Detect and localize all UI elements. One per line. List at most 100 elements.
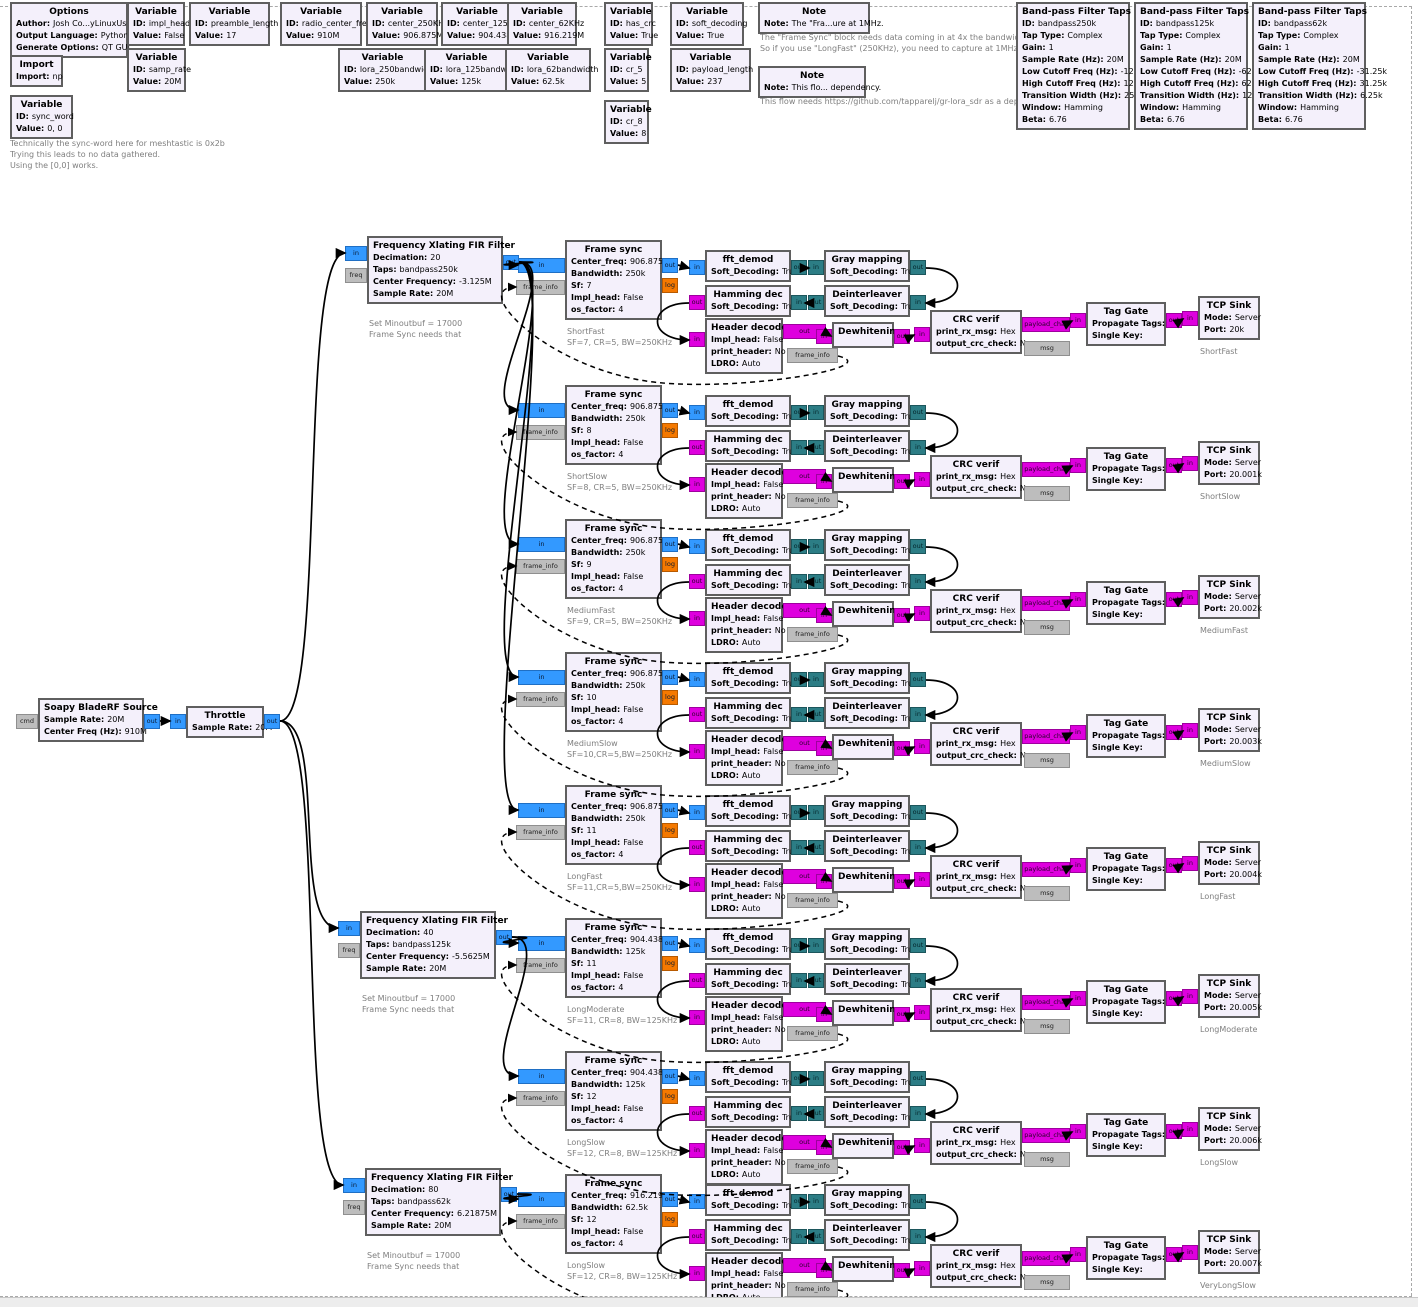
import-np-block[interactable]: ImportImport:np xyxy=(10,55,63,87)
tag-gate-block[interactable]: Tag GatePropagate Tags:NoSingle Key: xyxy=(1086,847,1166,891)
dewhitening-block[interactable]: Dewhitening xyxy=(832,1000,894,1026)
log-port[interactable]: log xyxy=(662,1212,678,1227)
variable-cr-8-block[interactable]: VariableID:cr_8Value:8 xyxy=(604,100,649,144)
bandpass-250k-block[interactable]: Band-pass Filter TapsID:bandpass250kTap … xyxy=(1016,2,1130,130)
in-port[interactable]: in xyxy=(791,440,807,455)
out-port[interactable]: out xyxy=(894,1263,910,1278)
in-port[interactable]: in xyxy=(791,840,807,855)
tcp-sink-block[interactable]: TCP SinkMode:ServerPort:20.001k xyxy=(1198,441,1260,485)
frame-info-port[interactable]: frame_info xyxy=(516,425,565,440)
out-port[interactable]: out xyxy=(662,1192,678,1207)
payload-char-port[interactable]: payload_char xyxy=(1022,1251,1070,1266)
horizontal-scrollbar[interactable] xyxy=(0,1297,1418,1307)
out-port[interactable]: out xyxy=(662,537,678,552)
variable-lora-125bandwidth-block[interactable]: VariableID:lora_125bandwidthValue:125k xyxy=(424,48,509,92)
in-port[interactable]: in xyxy=(816,874,832,889)
in-port[interactable]: in xyxy=(1182,856,1198,871)
in-port[interactable]: in xyxy=(791,295,807,310)
deinterleaver-block[interactable]: DeinterleaverSoft_Decoding:True xyxy=(824,1219,910,1251)
header-decoder-block[interactable]: Header decoderImpl_head:Falseprint_heade… xyxy=(705,318,783,374)
frame-info-port[interactable]: frame_info xyxy=(787,893,838,908)
frame-info-port[interactable]: frame_info xyxy=(787,1159,838,1174)
out-port[interactable]: out xyxy=(689,295,705,310)
frame-sync-block[interactable]: Frame syncCenter_freq:904.438MBandwidth:… xyxy=(565,1051,662,1131)
in-port[interactable]: in xyxy=(808,1071,824,1086)
freq-port[interactable]: freq xyxy=(345,268,367,283)
payload-char-port[interactable]: payload_char xyxy=(1022,729,1070,744)
in-port[interactable]: in xyxy=(1182,1122,1198,1137)
in-port[interactable]: in xyxy=(170,714,186,729)
in-port[interactable]: in xyxy=(816,1140,832,1155)
deinterleaver-block[interactable]: DeinterleaverSoft_Decoding:True xyxy=(824,697,910,729)
gray-mapping-block[interactable]: Gray mappingSoft_Decoding:True xyxy=(824,928,910,960)
in-port[interactable]: in xyxy=(808,672,824,687)
out-port[interactable]: out xyxy=(894,741,910,756)
in-port[interactable]: in xyxy=(518,936,565,951)
frame-info-port[interactable]: frame_info xyxy=(516,280,565,295)
in-port[interactable]: in xyxy=(518,803,565,818)
out-port[interactable]: out xyxy=(808,707,824,722)
out-port[interactable]: out xyxy=(910,1071,926,1086)
tag-gate-block[interactable]: Tag GatePropagate Tags:NoSingle Key: xyxy=(1086,1236,1166,1280)
out-port[interactable]: out xyxy=(894,608,910,623)
variable-center-62khz-block[interactable]: VariableID:center_62KHzValue:916.219M xyxy=(507,2,577,46)
fft-demod-block[interactable]: fft_demodSoft_Decoding:True xyxy=(705,395,791,427)
out-port[interactable]: out xyxy=(808,574,824,589)
variable-center-250khz-block[interactable]: VariableID:center_250KHzValue:906.875M xyxy=(366,2,438,46)
freq-port[interactable]: freq xyxy=(343,1200,365,1215)
crc-verif-block[interactable]: CRC verifprint_rx_msg:Hexoutput_crc_chec… xyxy=(930,1121,1022,1165)
out-port[interactable]: out xyxy=(791,672,807,687)
in-port[interactable]: in xyxy=(808,938,824,953)
in-port[interactable]: in xyxy=(689,332,705,347)
frame-sync-block[interactable]: Frame syncCenter_freq:906.875MBandwidth:… xyxy=(565,240,662,320)
bandpass-62k-block[interactable]: Band-pass Filter TapsID:bandpass62kTap T… xyxy=(1252,2,1366,130)
frame-sync-block[interactable]: Frame syncCenter_freq:906.875MBandwidth:… xyxy=(565,785,662,865)
in-port[interactable]: in xyxy=(518,1192,565,1207)
log-port[interactable]: log xyxy=(662,690,678,705)
variable-lora-250bandwidth-block[interactable]: VariableID:lora_250bandwidthValue:250k xyxy=(338,48,427,92)
dewhitening-block[interactable]: Dewhitening xyxy=(832,1133,894,1159)
fft-demod-block[interactable]: fft_demodSoft_Decoding:True xyxy=(705,250,791,282)
throttle-block[interactable]: ThrottleSample Rate:20M xyxy=(186,706,264,738)
frame-info-port[interactable]: frame_info xyxy=(787,627,838,642)
variable-center-125khz-block[interactable]: VariableID:center_125KHzValue:904.438M xyxy=(441,2,513,46)
out-port[interactable]: out xyxy=(910,938,926,953)
frame-info-port[interactable]: frame_info xyxy=(787,493,838,508)
header-decoder-block[interactable]: Header decoderImpl_head:Falseprint_heade… xyxy=(705,996,783,1052)
header-decoder-block[interactable]: Header decoderImpl_head:Falseprint_heade… xyxy=(705,863,783,919)
payload-char-port[interactable]: payload_char xyxy=(1022,995,1070,1010)
dewhitening-block[interactable]: Dewhitening xyxy=(832,867,894,893)
variable-cr-5-block[interactable]: VariableID:cr_5Value:5 xyxy=(604,48,649,92)
msg-port[interactable]: msg xyxy=(1024,1019,1070,1034)
flowgraph-canvas[interactable]: OptionsAuthor:Josh Co...yLinuxUser)Outpu… xyxy=(0,0,1418,1307)
frame-info-port[interactable]: frame_info xyxy=(516,825,565,840)
deinterleaver-block[interactable]: DeinterleaverSoft_Decoding:True xyxy=(824,830,910,862)
frame-sync-block[interactable]: Frame syncCenter_freq:904.438MBandwidth:… xyxy=(565,918,662,998)
variable-has-crc-block[interactable]: VariableID:has_crcValue:True xyxy=(604,2,653,46)
frame-info-port[interactable]: frame_info xyxy=(516,958,565,973)
gray-mapping-block[interactable]: Gray mappingSoft_Decoding:True xyxy=(824,395,910,427)
deinterleaver-block[interactable]: DeinterleaverSoft_Decoding:True xyxy=(824,1096,910,1128)
tag-gate-block[interactable]: Tag GatePropagate Tags:NoSingle Key: xyxy=(1086,1113,1166,1157)
out-port[interactable]: out xyxy=(894,1140,910,1155)
header-decoder-block[interactable]: Header decoderImpl_head:Falseprint_heade… xyxy=(705,1129,783,1185)
soapy-bladerf-source-block[interactable]: Soapy BladeRF SourceSample Rate:20MCente… xyxy=(38,698,144,742)
in-port[interactable]: in xyxy=(1182,1245,1198,1260)
hamming-dec-block[interactable]: Hamming decSoft_Decoding:True xyxy=(705,1096,791,1128)
in-port[interactable]: in xyxy=(808,260,824,275)
out-port[interactable]: out xyxy=(894,1007,910,1022)
tag-gate-block[interactable]: Tag GatePropagate Tags:NoSingle Key: xyxy=(1086,302,1166,346)
out-port[interactable]: out xyxy=(791,405,807,420)
fft-demod-block[interactable]: fft_demodSoft_Decoding:True xyxy=(705,795,791,827)
in-port[interactable]: in xyxy=(914,1005,930,1020)
frame-info-port[interactable]: frame_info xyxy=(516,692,565,707)
variable-impl-head-block[interactable]: VariableID:impl_headValue:False xyxy=(127,2,185,46)
out-port[interactable]: out xyxy=(910,260,926,275)
in-port[interactable]: in xyxy=(914,1261,930,1276)
in-port[interactable]: in xyxy=(518,258,565,273)
in-port[interactable]: in xyxy=(343,1178,365,1193)
out-port[interactable]: out xyxy=(662,403,678,418)
out-port[interactable]: out xyxy=(496,930,512,945)
out-port[interactable]: out xyxy=(689,440,705,455)
out-port[interactable]: out xyxy=(1166,725,1182,740)
